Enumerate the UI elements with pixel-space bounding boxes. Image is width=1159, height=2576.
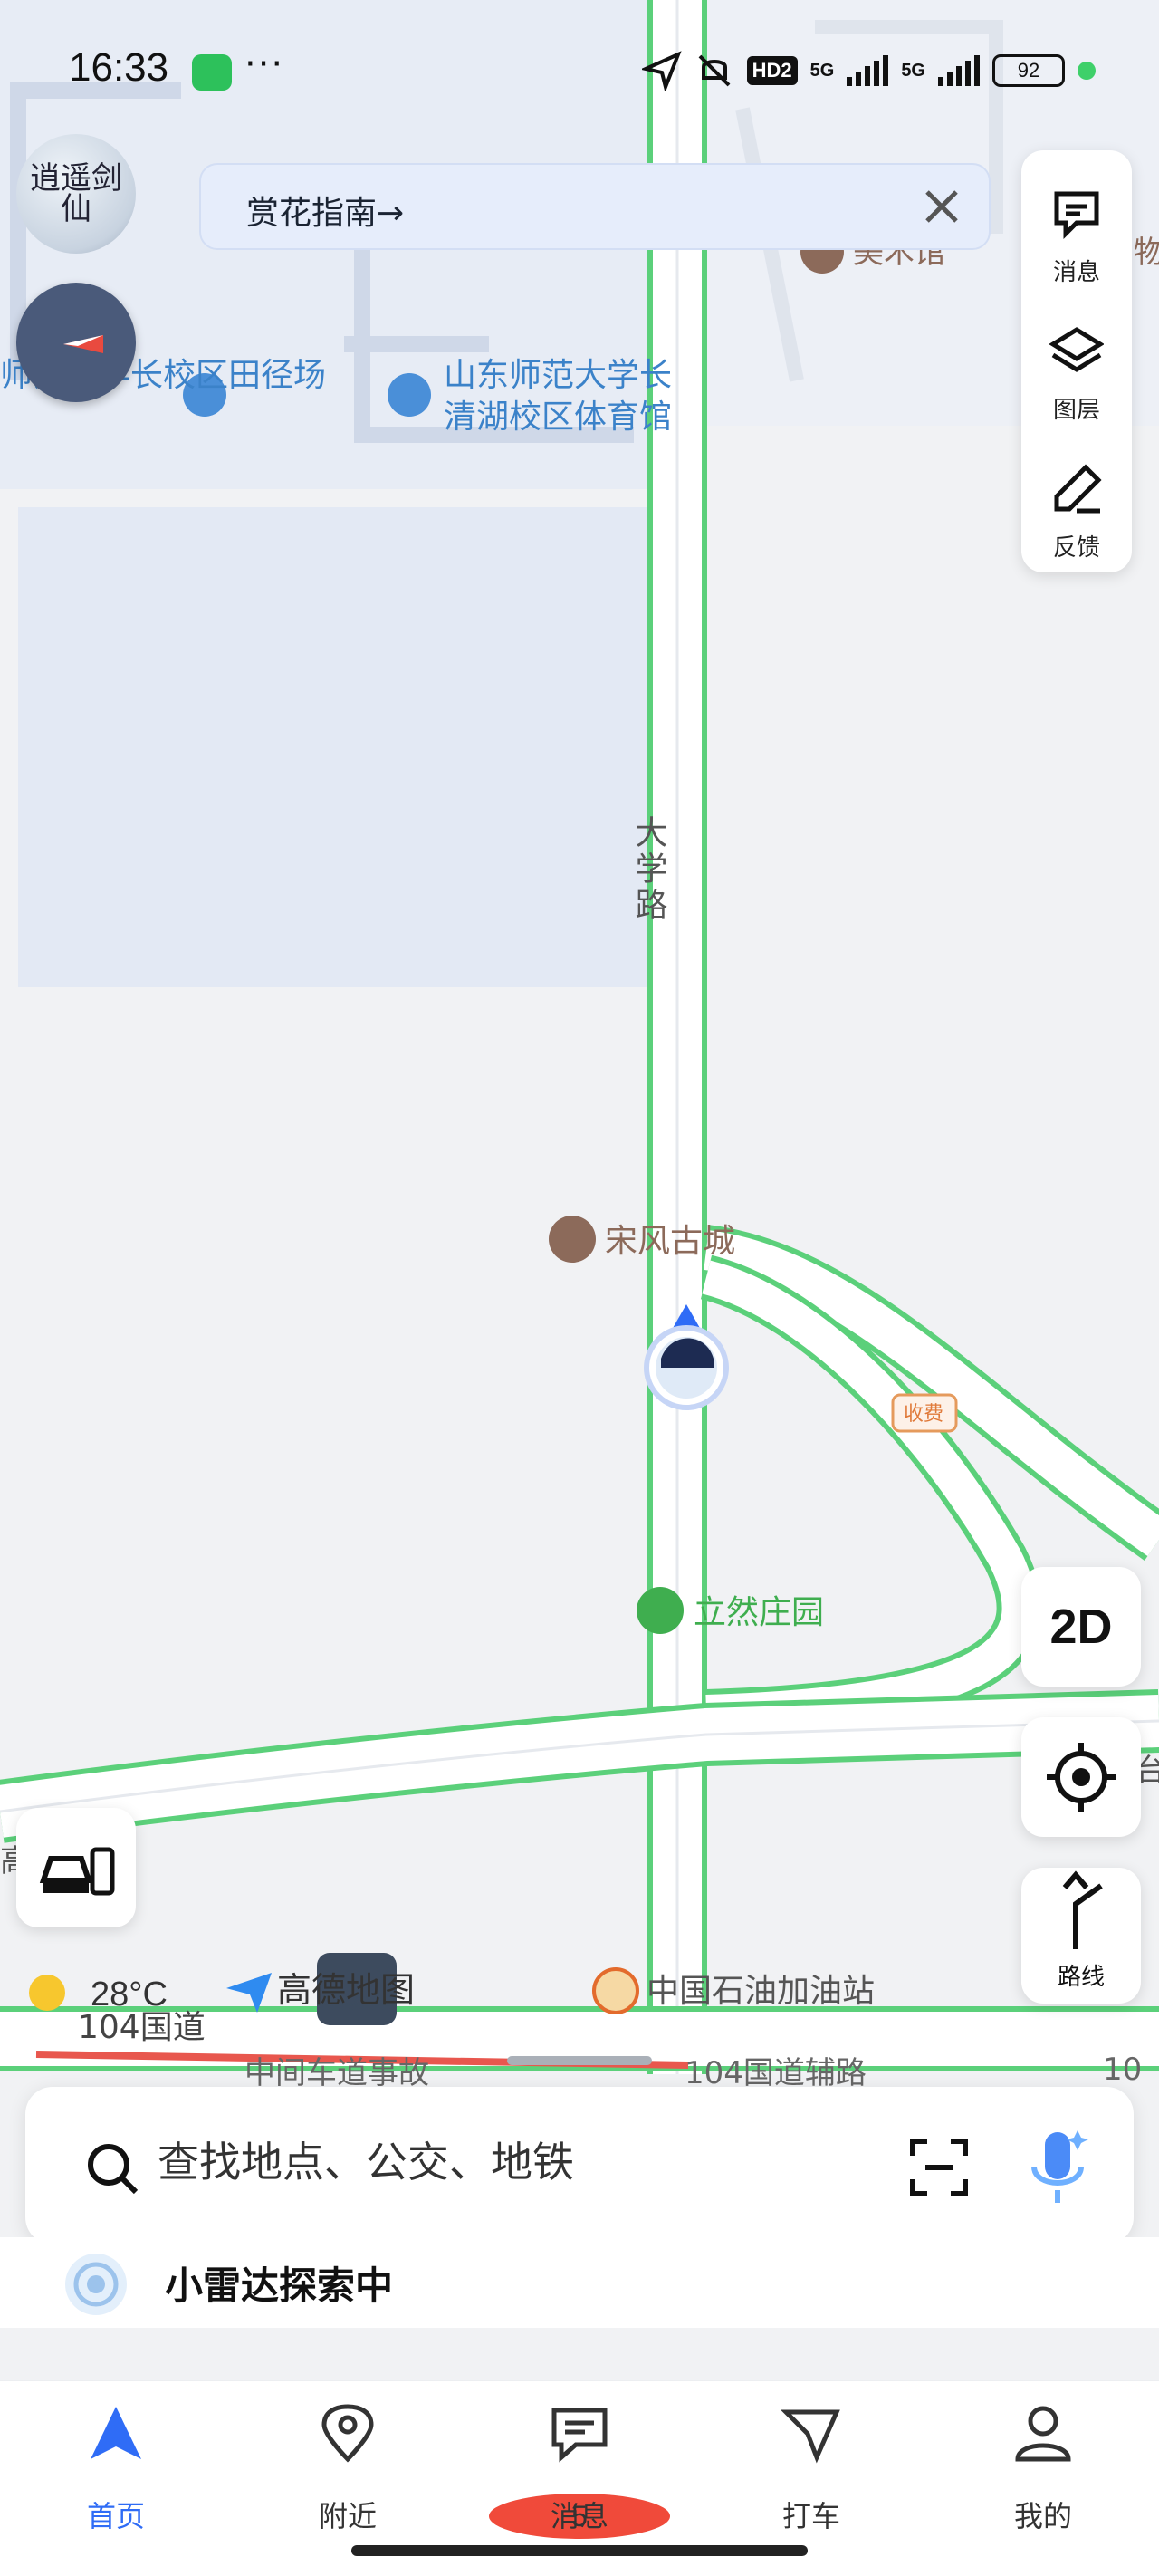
map-app: 师范大学长校区田径场 山东师范大学长 清湖校区体育馆 美术馆 物 宋风古城 收费… bbox=[0, 0, 1159, 2576]
banner-text: 赏花指南→ bbox=[246, 195, 405, 232]
edit-pen-icon bbox=[1054, 464, 1102, 514]
elevated-road bbox=[0, 1689, 1159, 1843]
network-5g-1: 5G bbox=[809, 60, 835, 81]
locate-me-button[interactable] bbox=[1021, 1717, 1141, 1837]
map-tools-panel: 消息 图层 反馈 bbox=[1021, 150, 1132, 572]
gas-station-label: 中国石油加油站 bbox=[647, 1973, 875, 2010]
compass-button[interactable] bbox=[16, 283, 136, 402]
user-profile-icon bbox=[1015, 2406, 1071, 2462]
weather-temp: 28°C bbox=[91, 1975, 168, 2014]
message-square-icon bbox=[1054, 191, 1099, 240]
layers-icon bbox=[1049, 327, 1104, 372]
signal-bars-1-icon bbox=[847, 55, 889, 86]
car-phone-icon bbox=[39, 1847, 115, 1896]
layers-tool-button[interactable]: 图层 bbox=[1021, 304, 1132, 431]
crosshair-icon bbox=[1047, 1743, 1116, 1812]
signal-bars-2-icon bbox=[938, 55, 980, 86]
gym-label-1: 山东师范大学长 bbox=[444, 357, 672, 394]
gas-station-poi-icon[interactable] bbox=[592, 1967, 639, 2014]
national-road-label: 104国道 bbox=[78, 2009, 206, 2046]
status-icons: HD2 5G 5G 92 bbox=[641, 51, 1096, 91]
ancient-city-label: 宋风古城 bbox=[605, 1223, 735, 1260]
amap-brand-label: 高德地图 bbox=[277, 1970, 415, 2010]
sun-icon bbox=[29, 1975, 65, 2011]
route-label: 路线 bbox=[1057, 1964, 1105, 1991]
battery-indicator: 92 bbox=[992, 54, 1065, 87]
garden-label: 立然庄园 bbox=[694, 1594, 824, 1631]
home-indicator[interactable] bbox=[351, 2545, 808, 2556]
radar-icon bbox=[65, 2254, 127, 2315]
nav-taxi-label: 打车 bbox=[781, 2499, 840, 2533]
mute-bell-icon bbox=[698, 54, 731, 87]
scan-icon[interactable] bbox=[907, 2136, 971, 2199]
nav-home-label: 首页 bbox=[86, 2499, 145, 2533]
nav-messages[interactable]: 5 消息 bbox=[489, 2403, 670, 2539]
nav-nearby-label: 附近 bbox=[318, 2499, 377, 2533]
chat-bubble-icon bbox=[551, 2408, 608, 2463]
charging-dot-icon bbox=[1078, 62, 1096, 80]
gym-poi-icon[interactable] bbox=[388, 373, 431, 417]
more-notifications-icon: ··· bbox=[244, 43, 285, 85]
compass-icon bbox=[63, 335, 103, 353]
toll-label: 收费 bbox=[904, 1403, 943, 1426]
messages-tool-label: 消息 bbox=[1052, 259, 1100, 286]
sheet-drag-handle[interactable] bbox=[507, 2056, 652, 2065]
nav-nearby[interactable]: 附近 bbox=[257, 2403, 438, 2539]
search-icon bbox=[88, 2144, 139, 2195]
status-bar: 16:33 ··· HD2 5G 5G 92 bbox=[0, 36, 1159, 109]
game-logo[interactable]: 逍遥剑仙 bbox=[16, 134, 136, 254]
garden-poi-icon[interactable] bbox=[637, 1587, 684, 1634]
layers-tool-label: 图层 bbox=[1052, 397, 1100, 424]
view-mode-2d-button[interactable]: 2D bbox=[1021, 1567, 1141, 1687]
messages-tool-button[interactable]: 消息 bbox=[1021, 167, 1132, 293]
wechat-icon bbox=[192, 54, 232, 91]
nav-home[interactable]: 首页 bbox=[25, 2403, 206, 2539]
nav-mine-label: 我的 bbox=[1013, 2499, 1072, 2533]
status-time: 16:33 bbox=[69, 45, 169, 90]
ancient-city-poi-icon[interactable] bbox=[549, 1216, 596, 1263]
logo-text: 逍遥剑仙 bbox=[30, 160, 122, 227]
right-road-label: 10 bbox=[1103, 2052, 1142, 2088]
route-button[interactable]: 路线 bbox=[1021, 1868, 1141, 2004]
right-edge-poi-label: 物 bbox=[1134, 235, 1159, 271]
hd-voice-badge: HD2 bbox=[746, 56, 798, 85]
university-road-label: 大学路 bbox=[630, 815, 667, 924]
network-5g-2: 5G bbox=[901, 60, 925, 81]
nav-messages-label: 消息 bbox=[550, 2499, 608, 2533]
navigation-arrow-icon bbox=[91, 2407, 141, 2459]
taxi-flag-icon bbox=[781, 2409, 840, 2464]
voice-assistant-icon[interactable] bbox=[1021, 2125, 1094, 2208]
accident-label: 中间车道事故 bbox=[244, 2055, 429, 2091]
search-input[interactable] bbox=[158, 2138, 846, 2187]
feedback-tool-label: 反馈 bbox=[1052, 534, 1100, 562]
nav-mine[interactable]: 我的 bbox=[953, 2403, 1134, 2539]
vehicle-phone-button[interactable] bbox=[16, 1808, 136, 1927]
feedback-tool-button[interactable]: 反馈 bbox=[1021, 442, 1132, 569]
nav-taxi[interactable]: 打车 bbox=[721, 2403, 902, 2539]
gym-label-2: 清湖校区体育馆 bbox=[444, 399, 672, 436]
location-arrow-icon bbox=[641, 51, 682, 91]
aux-road-label: 104国道辅路 bbox=[685, 2055, 867, 2091]
map-pin-icon bbox=[321, 2404, 374, 2463]
radar-status-text: 小雷达探索中 bbox=[165, 2264, 394, 2308]
route-turn-icon bbox=[1062, 1870, 1103, 1949]
sports-field-area bbox=[18, 507, 688, 987]
radar-row[interactable]: 小雷达探索中 bbox=[0, 2237, 1159, 2328]
flower-guide-banner[interactable]: 赏花指南→ bbox=[199, 163, 991, 250]
banner-close-icon[interactable] bbox=[915, 179, 969, 234]
search-bar[interactable] bbox=[25, 2087, 1134, 2244]
